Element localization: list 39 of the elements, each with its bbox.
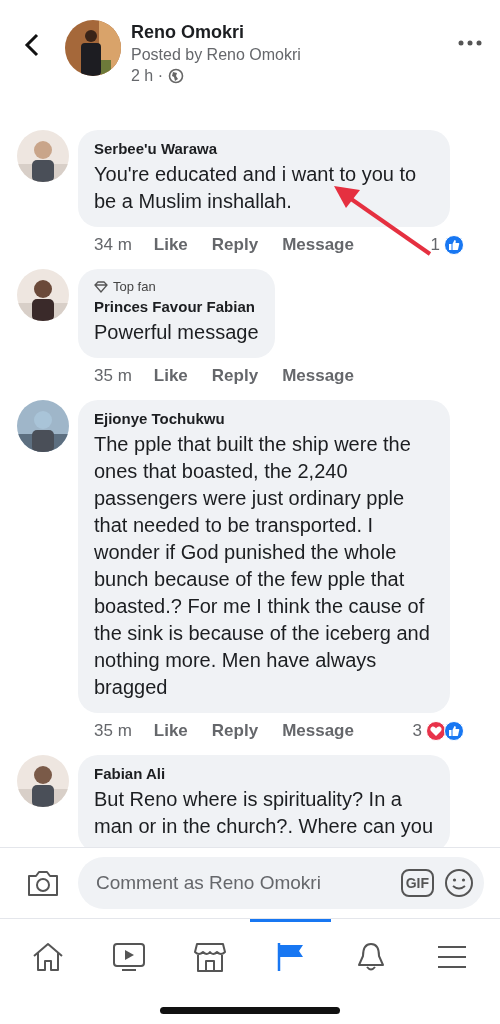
globe-icon (168, 68, 184, 84)
author-name[interactable]: Reno Omokri (131, 22, 458, 43)
top-fan-label: Top fan (113, 279, 156, 294)
comment-action[interactable]: Like (153, 235, 188, 255)
like-reaction-icon (444, 235, 464, 255)
reaction-count: 3 (412, 721, 422, 741)
comment-text: You're educated and i want to you to be a Muslim inshallah. (94, 162, 418, 214)
comment-text: The pple that built the ship were the ones that boasted, the 2,240 passengers were just ordinary pple that needed to be transported. I wonder if God punished the whole bunch because of the few pple that boasted.? For me I think the cause of the sink is because of the iceberg and nothing more. Men have always bragged (94, 432, 431, 700)
comment-action[interactable]: Like (153, 366, 188, 386)
posted-by: Posted by Reno Omokri (131, 46, 302, 64)
commenter-name[interactable]: Princes Favour Fabian (94, 298, 259, 315)
post-time: 2 h · (131, 67, 163, 85)
camera-icon[interactable] (26, 868, 60, 898)
back-icon[interactable] (24, 33, 40, 57)
comment-input[interactable]: Comment as Reno Omokri GIF (78, 857, 484, 909)
comment-text: But Reno where is spirituality? In a man or in the church?. Where can you (94, 787, 434, 839)
comment-time: 35 m (94, 721, 132, 741)
gif-button[interactable]: GIF (400, 869, 434, 897)
more-icon[interactable] (458, 40, 482, 46)
comment-time: 35 m (94, 366, 132, 386)
love-reaction-icon (426, 721, 446, 741)
comment-action[interactable]: Reply (211, 235, 259, 255)
comment-text: Powerful message (94, 320, 259, 345)
shop-icon (192, 940, 227, 973)
comment-action[interactable]: Message (282, 721, 354, 741)
commenter-name[interactable]: Serbee'u Warawa (94, 140, 434, 157)
commenter-name[interactable]: Fabian Ali (94, 765, 434, 782)
like-reaction-icon (444, 721, 464, 741)
comment-action[interactable]: Message (282, 235, 354, 255)
comment-action[interactable]: Like (153, 721, 188, 741)
comment-action[interactable]: Reply (211, 366, 259, 386)
video-icon (112, 940, 146, 973)
comment-time: 34 m (94, 235, 132, 255)
comment-action[interactable]: Message (282, 366, 354, 386)
commenter-name[interactable]: Ejionye Tochukwu (94, 410, 434, 427)
reaction-count: 1 (430, 235, 440, 255)
emoji-icon[interactable] (444, 868, 474, 898)
comment-action[interactable]: Reply (211, 721, 259, 741)
diamond-icon (94, 280, 108, 293)
